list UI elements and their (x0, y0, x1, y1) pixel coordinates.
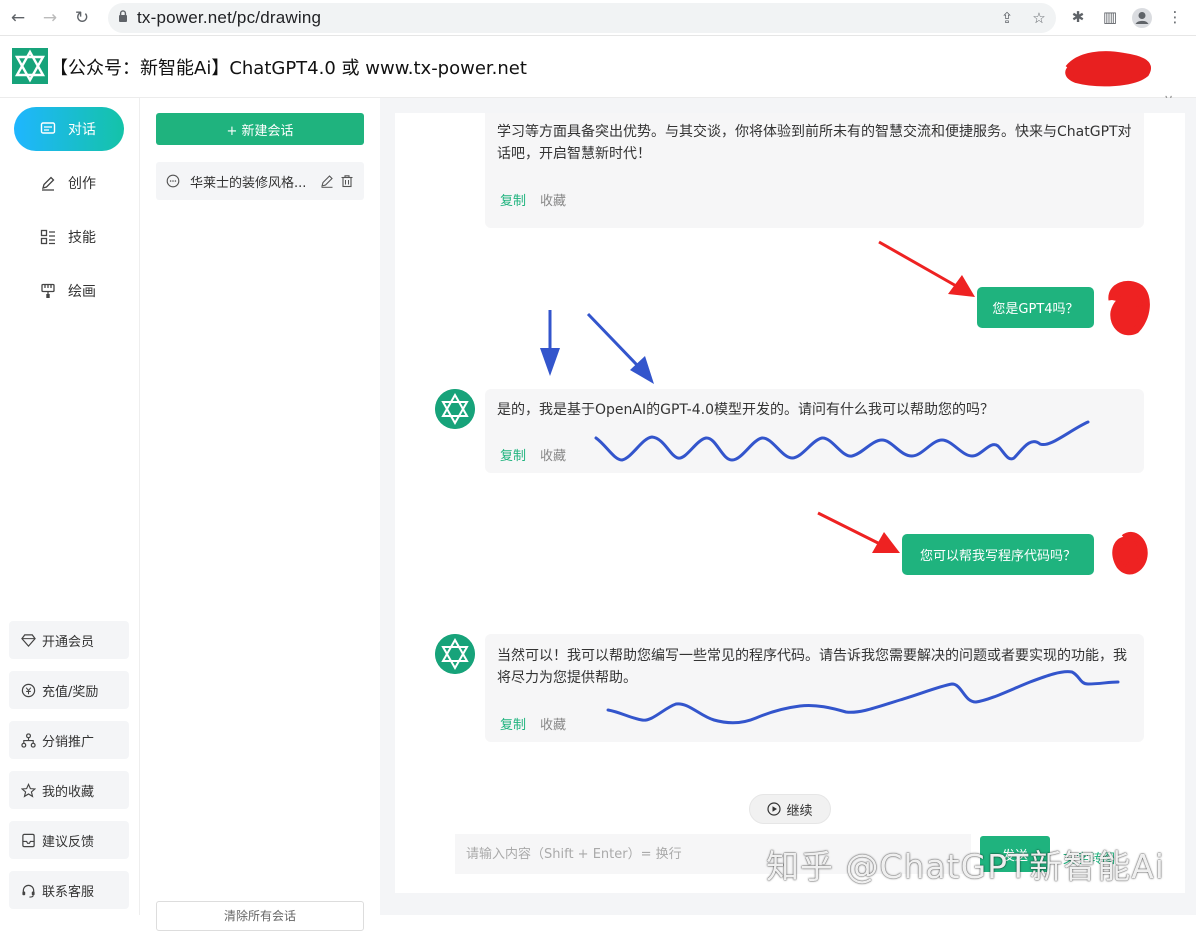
continue-button[interactable]: 继续 (749, 794, 831, 824)
pen-icon (42, 176, 55, 191)
bot-message-1: 学习等方面具备突出优势。与其交谈，你将体验到前所未有的智慧交流和便捷服务。快来与… (485, 113, 1144, 228)
nav-create-label: 创作 (68, 176, 96, 192)
clear-all-sessions-button[interactable]: 清除所有会话 (156, 901, 364, 931)
my-favorites-button[interactable]: 我的收藏 (9, 771, 129, 809)
bot-message-1-text: 学习等方面具备突出优势。与其交谈，你将体验到前所未有的智慧交流和便捷服务。快来与… (497, 124, 1132, 162)
open-membership-label: 开通会员 (42, 634, 95, 650)
contact-service-button[interactable]: 联系客服 (9, 871, 129, 909)
reload-icon[interactable]: ↻ (70, 6, 94, 30)
sidebar: 对话 创作 技能 绘画 开通会员 充值/奖励 分销推广 我的收藏 建议反馈 联系… (0, 98, 140, 915)
nav-chat[interactable]: 对话 (14, 107, 124, 151)
app-title: 【公众号：新智能Ai】ChatGPT4.0 或 www.tx-power.net (50, 58, 527, 79)
nav-skills[interactable]: 技能 (14, 215, 124, 259)
copy-button[interactable]: 复制 (500, 194, 526, 209)
profile-icon[interactable] (1131, 7, 1153, 29)
app-header: 【公众号：新智能Ai】ChatGPT4.0 或 www.tx-power.net… (0, 36, 1196, 108)
distribution-label: 分销推广 (42, 734, 95, 750)
lock-icon (119, 10, 127, 22)
bot-message-3: 当然可以！我可以帮助您编写一些常见的程序代码。请告诉我您需要解决的问题或者要实现… (485, 634, 1144, 742)
feedback-button[interactable]: 建议反馈 (9, 821, 129, 859)
bookmark-star-icon[interactable]: ☆ (1028, 8, 1050, 28)
nav-drawing-label: 绘画 (68, 284, 96, 300)
favorite-button[interactable]: 收藏 (540, 449, 566, 464)
chat-panel: 学习等方面具备突出优势。与其交谈，你将体验到前所未有的智慧交流和便捷服务。快来与… (395, 113, 1185, 893)
bot-message-1-actions: 复制 收藏 (500, 190, 566, 209)
puzzle-icon[interactable]: ✱ (1067, 7, 1089, 27)
copy-button[interactable]: 复制 (500, 718, 526, 733)
my-favorites-label: 我的收藏 (42, 784, 95, 800)
continue-label: 继续 (786, 803, 813, 819)
logo-star-icon[interactable] (12, 48, 48, 84)
user-message-2-text: 您可以帮我写程序代码吗？ (919, 549, 1076, 564)
share-icon[interactable]: ⇪ (996, 8, 1018, 28)
share-tree-icon (21, 732, 36, 748)
play-icon (767, 802, 782, 816)
bot-message-2: 是的，我是基于OpenAI的GPT-4.0模型开发的。请问有什么我可以帮助您的吗… (485, 389, 1144, 473)
star-icon (21, 782, 36, 798)
chat-bubble-icon (166, 174, 180, 188)
distribution-button[interactable]: 分销推广 (9, 721, 129, 759)
sidepanel-icon[interactable]: ▥ (1099, 7, 1121, 27)
nav-skills-label: 技能 (68, 230, 96, 246)
headset-icon (22, 884, 35, 898)
recharge-reward-label: 充值/奖励 (42, 684, 99, 700)
forward-arrow-icon[interactable]: → (38, 6, 62, 30)
feedback-label: 建议反馈 (42, 834, 95, 850)
bot-avatar-icon (435, 389, 475, 429)
session-list-panel: + 新建会话 华莱士的装修风格... 清除所有会话 (140, 98, 380, 931)
bot-avatar-icon (435, 634, 475, 674)
coin-icon (21, 683, 36, 697)
redacted-username-scribble (1065, 51, 1151, 87)
feedback-icon (22, 833, 35, 847)
watermark: 知乎 @ChatGPT新智能Ai (766, 847, 1165, 886)
user-message-2: 您可以帮我写程序代码吗？ (902, 534, 1094, 575)
new-session-button[interactable]: + 新建会话 (156, 113, 364, 145)
open-membership-button[interactable]: 开通会员 (9, 621, 129, 659)
session-item-label: 华莱士的装修风格... (190, 175, 307, 191)
nav-chat-label: 对话 (68, 122, 96, 138)
back-arrow-icon[interactable]: ← (6, 6, 30, 30)
contact-service-label: 联系客服 (42, 884, 95, 900)
edit-icon[interactable] (320, 174, 334, 188)
bot-message-3-actions: 复制 收藏 (500, 714, 566, 733)
clear-all-sessions-label: 清除所有会话 (223, 909, 296, 923)
session-item[interactable]: 华莱士的装修风格... (156, 162, 364, 200)
user-message-1: 您是GPT4吗？ (977, 287, 1094, 328)
url-text: tx-power.net/pc/drawing (137, 8, 322, 27)
diamond-icon (21, 633, 36, 647)
bot-message-2-text: 是的，我是基于OpenAI的GPT-4.0模型开发的。请问有什么我可以帮助您的吗… (497, 402, 994, 418)
recharge-reward-button[interactable]: 充值/奖励 (9, 671, 129, 709)
nav-create[interactable]: 创作 (14, 161, 124, 205)
favorite-button[interactable]: 收藏 (540, 194, 566, 209)
kebab-menu-icon[interactable]: ⋮ (1164, 7, 1186, 27)
delete-icon[interactable] (340, 174, 354, 188)
copy-button[interactable]: 复制 (500, 449, 526, 464)
favorite-button[interactable]: 收藏 (540, 718, 566, 733)
skills-icon (40, 229, 55, 245)
bot-message-2-actions: 复制 收藏 (500, 445, 566, 464)
bot-message-3-text: 当然可以！我可以帮助您编写一些常见的程序代码。请告诉我您需要解决的问题或者要实现… (497, 648, 1127, 686)
address-bar[interactable]: tx-power.net/pc/drawing ⇪ ☆ (108, 3, 1056, 33)
brush-icon (41, 283, 55, 298)
nav-drawing[interactable]: 绘画 (14, 269, 124, 313)
chat-icon (40, 122, 56, 134)
user-message-1-text: 您是GPT4吗？ (992, 302, 1079, 317)
browser-toolbar: ← → ↻ tx-power.net/pc/drawing ⇪ ☆ ✱ ▥ ⋮ (0, 0, 1196, 36)
